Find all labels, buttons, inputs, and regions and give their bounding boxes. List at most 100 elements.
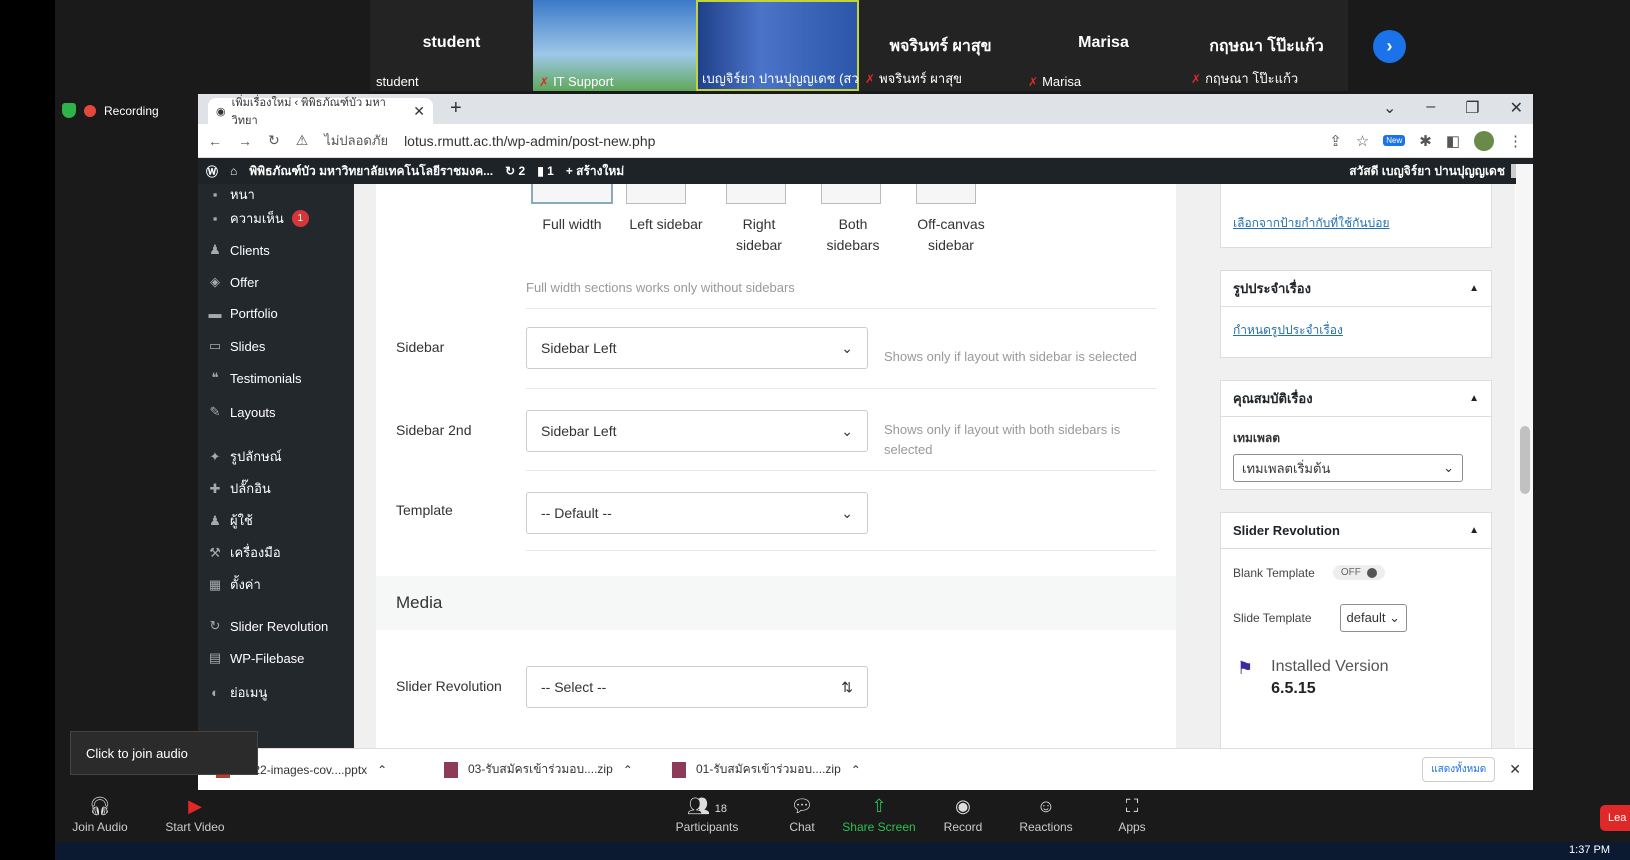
media-heading: Media [396,593,443,612]
chevron-up-icon[interactable]: ⌃ [377,763,387,777]
extension-new-badge[interactable]: New [1383,135,1406,146]
new-tab-button[interactable]: + [450,97,462,120]
layout-thumb[interactable] [916,184,976,204]
close-downloads-icon[interactable]: ✕ [1509,761,1521,778]
start-video-button[interactable]: ▶︎ Start Video [155,796,235,834]
menu-icon: ↻ [209,618,221,633]
leave-button[interactable]: Lea [1600,805,1630,831]
side-panel-icon[interactable]: ◧ [1446,132,1460,150]
warning-icon[interactable]: ⚠ [296,132,309,149]
slider-revolution-select[interactable]: -- Select -- ⇅ [526,666,868,708]
collapse-up-icon[interactable]: ▲ [1469,525,1479,536]
scrollbar-thumb[interactable] [1520,426,1530,494]
sidebar-item-6[interactable]: ❝ Testimonials [208,370,302,386]
sidebar-item-5[interactable]: ▭ Slides [208,338,266,354]
chat-button[interactable]: 💬︎ Chat [762,796,842,834]
layout-option-full-width[interactable]: Full width [527,214,617,235]
participant-label: ✗ IT Support [539,74,614,89]
recording-indicator[interactable]: Recording [62,103,159,118]
most-used-tags-link[interactable]: เลือกจากป้ายกำกับที่ใช้กันบ่อย [1233,216,1389,230]
comments-icon[interactable]: ▮ 1 [537,164,554,178]
layout-option-left-sidebar[interactable]: Left sidebar [621,214,711,235]
page-attributes-header[interactable]: คุณสมบัติเรื่อง ▲ [1221,381,1491,417]
layout-thumb[interactable] [726,184,786,204]
chevron-up-icon[interactable]: ⌃ [623,763,633,777]
record-dot-icon [84,104,96,117]
extensions-icon[interactable]: ✱ [1419,132,1432,150]
sidebar-item-13[interactable]: ↻ Slider Revolution [208,618,329,634]
sidebar-item-8[interactable]: ✦ รูปลักษณ์ [208,446,282,467]
sidebar-item-14[interactable]: ▤ WP-Filebase [208,650,305,666]
participants-button[interactable]: 👥︎ 18 Participants [667,796,747,834]
sidebar-item-7[interactable]: ✎ Layouts [208,404,276,420]
video-tile[interactable]: student student [370,0,533,91]
share-icon[interactable]: ⇪ [1329,132,1342,150]
close-tab-icon[interactable]: ✕ [413,103,425,120]
tab-search-icon[interactable]: ⌄ [1383,98,1396,118]
collapse-up-icon[interactable]: ▲ [1469,393,1479,404]
video-tile[interactable]: ✗ IT Support [533,0,696,91]
wordpress-logo-icon[interactable]: Ⓦ [206,163,218,180]
layout-option-right-sidebar[interactable]: Right sidebar [729,214,789,256]
layout-thumb-selected[interactable] [531,184,613,204]
layout-option-off-canvas[interactable]: Off-canvas sidebar [901,214,1001,256]
sidebar2-select[interactable]: Sidebar Left ⌄ [526,410,868,452]
sidebar-item-4[interactable]: ▬ Portfolio [208,306,278,321]
profile-avatar[interactable] [1474,130,1494,151]
sidebar-item-15[interactable]: ◐ ย่อเมนู [208,682,267,703]
blank-template-toggle[interactable]: OFF [1332,565,1385,580]
editor-sidebar: เลือกจากป้ายกำกับที่ใช้กันบ่อย รูปประจำเ… [1220,184,1515,748]
collapse-up-icon[interactable]: ▲ [1469,283,1479,294]
video-tile[interactable]: พจรินทร์ ผาสุข ✗ พจรินทร์ ผาสุข [859,0,1022,91]
sidebar-item-3[interactable]: ◈ Offer [208,274,259,290]
back-icon[interactable]: ← [208,133,222,149]
join-audio-button[interactable]: 🎧︎ Join Audio [60,796,140,834]
video-tile-active-speaker[interactable]: เบญจิร์ยา ปานปุญญเดช (สวส) [696,0,871,91]
sidebar-item-2[interactable]: ♟ Clients [208,242,270,258]
updates-icon[interactable]: ↻ 2 [505,164,525,178]
record-button[interactable]: ◉ Record [923,796,1003,834]
url-field[interactable]: lotus.rmutt.ac.th/wp-admin/post-new.php [404,133,655,149]
restore-icon[interactable]: ❐ [1465,98,1479,118]
sidebar-select[interactable]: Sidebar Left ⌄ [526,327,868,369]
forward-icon[interactable]: → [238,133,252,149]
layout-option-both-sidebars[interactable]: Both sidebars [823,214,883,256]
video-tile[interactable]: กฤษณา โป๊ะแก้ว ✗ กฤษณา โป๊ะแก้ว [1185,0,1348,91]
download-item[interactable]: 01-รับสมัครเข้าร่วมอบ....zip ⌃ [672,760,882,779]
set-featured-image-link[interactable]: กำหนดรูปประจำเรื่อง [1233,323,1343,337]
sidebar-item-12[interactable]: ▦ ตั้งค่า [208,574,261,595]
sidebar-item-10[interactable]: ♟ ผู้ใช้ [208,510,253,531]
next-page-icon[interactable]: › [1373,30,1406,63]
more-menu-icon[interactable]: ⋮ [1508,132,1523,150]
layout-thumb[interactable] [821,184,881,204]
show-all-downloads-button[interactable]: แสดงทั้งหมด [1422,757,1496,782]
new-content-link[interactable]: + สร้างใหม่ [566,162,624,181]
browser-tab[interactable]: ◉ เพิ่มเรื่องใหม่ ‹ พิพิธภัณฑ์บัว มหาวิท… [208,97,433,127]
sidebar-item-0[interactable]: ▪ หนา [208,184,255,205]
reload-icon[interactable]: ↻ [268,132,280,149]
sidebar-item-9[interactable]: ✚ ปลั๊กอิน [208,478,271,499]
slide-template-select[interactable]: default ⌄ [1339,604,1408,632]
record-icon: ◉ [955,796,971,816]
template-select[interactable]: -- Default -- ⌄ [526,492,868,534]
user-greeting[interactable]: สวัสดี เบญจิร์ยา ปานปุญญเดช [1349,162,1525,181]
insecure-label[interactable]: ไม่ปลอดภัย [324,130,388,151]
slider-revolution-header[interactable]: Slider Revolution ▲ [1221,513,1491,549]
page-template-select[interactable]: เทมเพลตเริ่มต้น ⌄ [1233,454,1463,482]
layout-thumb[interactable] [626,184,686,204]
reactions-button[interactable]: ☺ Reactions [1006,796,1086,834]
share-screen-button[interactable]: ⇧ Share Screen [839,796,919,834]
minimize-icon[interactable]: – [1426,98,1435,118]
video-tile[interactable]: Marisa ✗ Marisa [1022,0,1185,91]
chevron-up-icon[interactable]: ⌃ [851,763,861,777]
bookmark-star-icon[interactable]: ☆ [1356,132,1369,150]
site-name-link[interactable]: พิพิธภัณฑ์บัว มหาวิทยาลัยเทคโนโลยีราชมงค… [249,162,493,181]
page-scrollbar[interactable] [1516,164,1533,748]
close-window-icon[interactable]: ✕ [1510,98,1523,118]
sidebar-item-11[interactable]: ⚒ เครื่องมือ [208,542,280,563]
featured-image-header[interactable]: รูปประจำเรื่อง ▲ [1221,271,1491,307]
media-section-header: Media [376,576,1176,630]
apps-button[interactable]: ⛶ Apps [1092,796,1172,834]
sidebar-item-1[interactable]: ▪ ความเห็น 1 [208,208,309,229]
download-item[interactable]: 03-รับสมัครเข้าร่วมอบ....zip ⌃ [444,760,654,779]
